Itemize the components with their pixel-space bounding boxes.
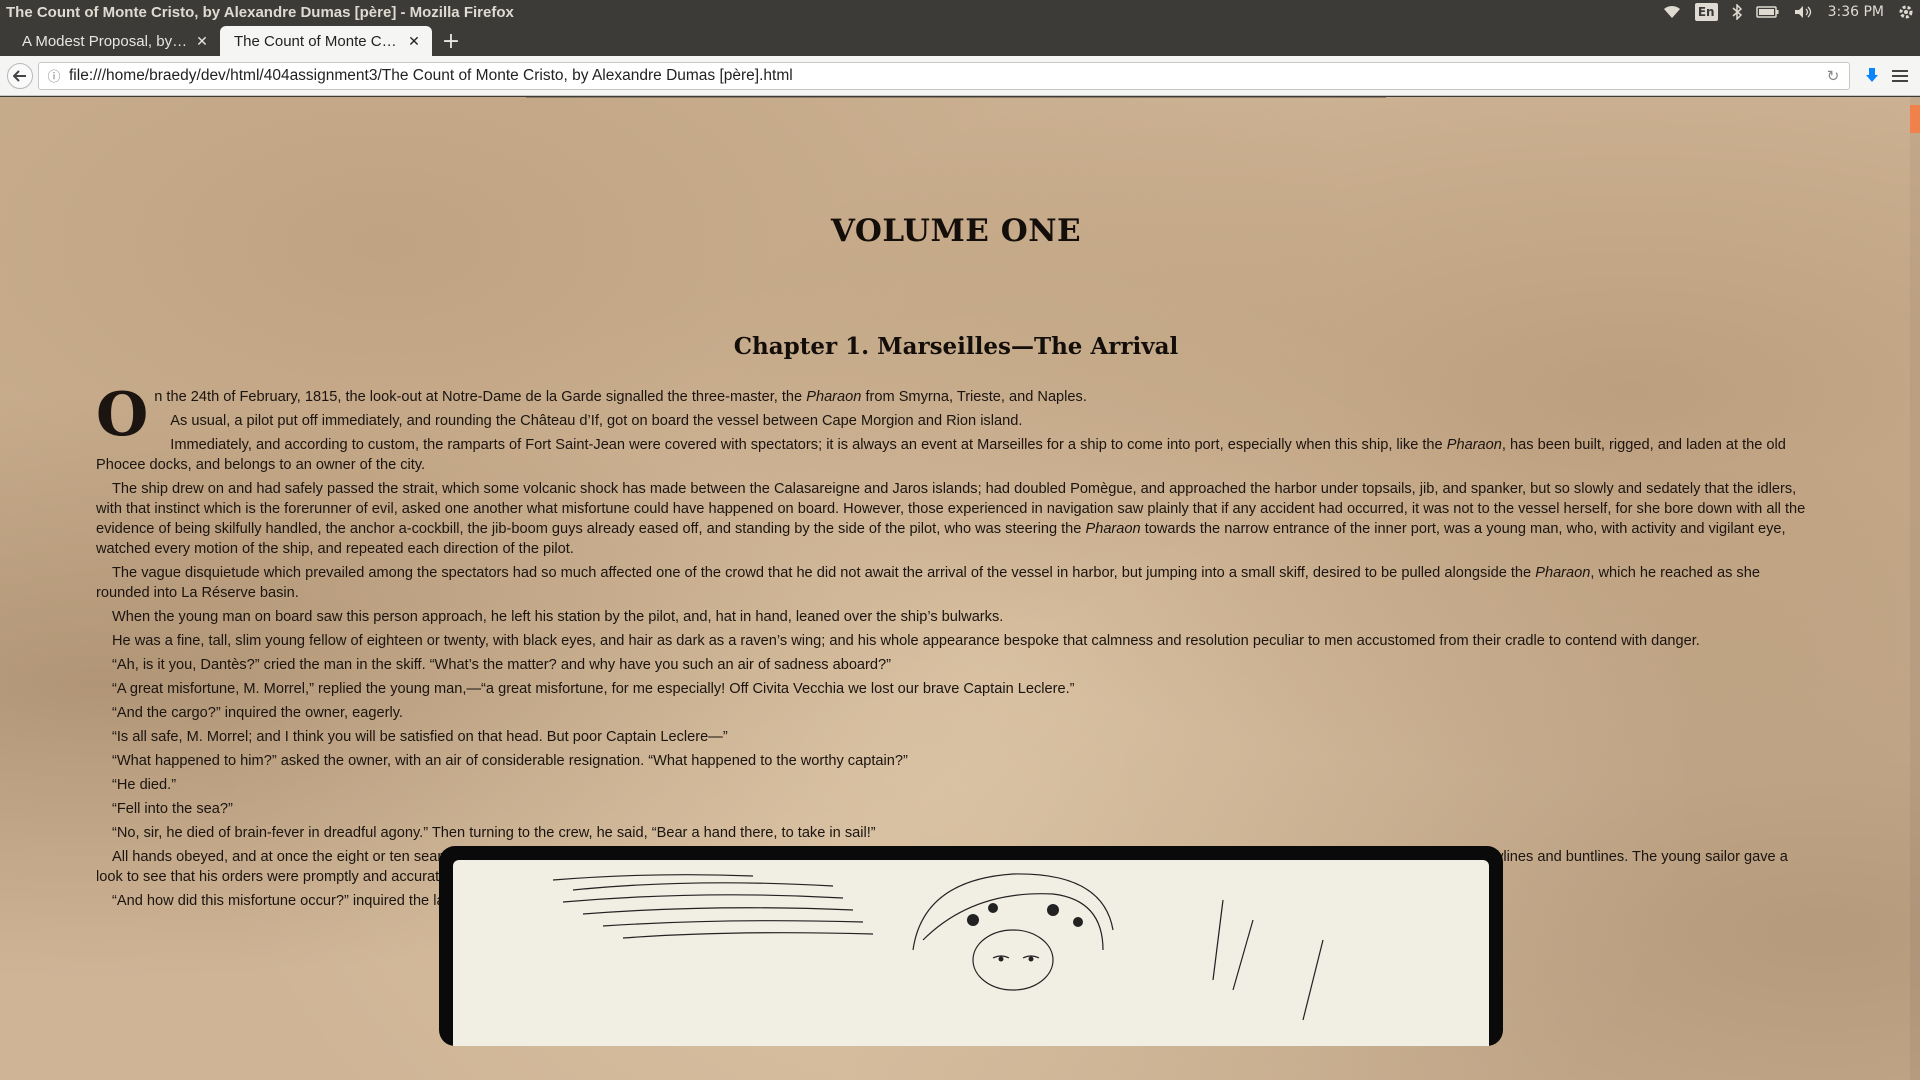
paragraph: The ship drew on and had safely passed t…: [96, 481, 1806, 557]
chapter-title: Chapter 1. Marseilles—The Arrival: [733, 333, 1179, 360]
drop-cap: O: [96, 380, 149, 450]
volume-icon[interactable]: [1794, 3, 1814, 21]
url-bar[interactable]: ⓘ file:///home/braedy/dev/html/404assign…: [38, 61, 1850, 90]
engraving-illustration: [453, 860, 1489, 1046]
new-tab-button[interactable]: +: [436, 26, 466, 56]
download-button[interactable]: [1858, 62, 1886, 90]
tab-label: The Count of Monte Cri...: [234, 32, 400, 50]
paragraph: “What happened to him?” asked the owner,…: [112, 753, 908, 769]
panel-indicators: En 3:36 PM: [1663, 3, 1914, 21]
close-icon[interactable]: ✕: [194, 33, 210, 50]
opening-paragraphs: O n the 24th of February, 1815, the look…: [96, 380, 1816, 475]
page-top-rule: [526, 97, 1386, 98]
reload-icon[interactable]: ↻: [1823, 67, 1843, 85]
system-top-panel: The Count of Monte Cristo, by Alexandre …: [0, 0, 1920, 24]
tab-modest-proposal[interactable]: A Modest Proposal, by ... ✕: [8, 26, 220, 56]
page-viewport[interactable]: VOLUME ONE Chapter 1. Marseilles—The Arr…: [0, 97, 1920, 1080]
tab-strip: A Modest Proposal, by ... ✕ The Count of…: [0, 24, 1920, 56]
paragraph: n the 24th of February, 1815, the look-o…: [154, 389, 1087, 405]
paragraph: “A great misfortune, M. Morrel,” replied…: [112, 681, 1075, 697]
window-title: The Count of Monte Cristo, by Alexandre …: [6, 3, 514, 21]
paragraph: As usual, a pilot put off immediately, a…: [170, 413, 1023, 429]
paragraph: “And the cargo?” inquired the owner, eag…: [112, 705, 403, 721]
bluetooth-icon[interactable]: [1732, 3, 1742, 21]
keyboard-layout-indicator[interactable]: En: [1694, 3, 1718, 21]
plus-icon: +: [441, 28, 461, 54]
open-menu-button[interactable]: [1886, 62, 1914, 90]
paragraph: When the young man on board saw this per…: [112, 609, 1004, 625]
wifi-icon[interactable]: [1663, 3, 1681, 21]
back-arrow-icon: [7, 62, 33, 89]
paragraph: The vague disquietude which prevailed am…: [96, 565, 1760, 601]
paragraph: “No, sir, he died of brain-fever in drea…: [112, 825, 876, 841]
hamburger-menu-icon: [1892, 69, 1908, 82]
scrollbar-thumb[interactable]: [1910, 105, 1920, 133]
panel-clock[interactable]: 3:36 PM: [1828, 3, 1884, 21]
paragraph: “Fell into the sea?”: [112, 801, 233, 817]
paragraph: Immediately, and according to custom, th…: [96, 437, 1786, 473]
back-button[interactable]: [6, 62, 34, 90]
battery-icon[interactable]: [1755, 3, 1780, 21]
paragraph: “Ah, is it you, Dantès?” cried the man i…: [112, 657, 892, 673]
download-icon: [1866, 67, 1878, 82]
paragraph: “He died.”: [112, 777, 177, 793]
illustration-frame: [439, 846, 1503, 1046]
tab-monte-cristo[interactable]: The Count of Monte Cri... ✕: [220, 26, 432, 56]
url-text[interactable]: file:///home/braedy/dev/html/404assignme…: [63, 67, 1823, 85]
settings-gear-icon[interactable]: [1898, 3, 1914, 21]
volume-title: VOLUME ONE: [830, 213, 1082, 249]
chapter-text: O n the 24th of February, 1815, the look…: [96, 380, 1816, 915]
navigation-toolbar: ⓘ file:///home/braedy/dev/html/404assign…: [0, 56, 1920, 96]
paragraph: He was a fine, tall, slim young fellow o…: [112, 633, 1700, 649]
paragraph: “Is all safe, M. Morrel; and I think you…: [112, 729, 728, 745]
tab-label: A Modest Proposal, by ...: [22, 32, 188, 50]
close-icon[interactable]: ✕: [406, 33, 422, 50]
scrollbar[interactable]: [1910, 97, 1920, 1080]
info-icon[interactable]: ⓘ: [45, 66, 63, 85]
